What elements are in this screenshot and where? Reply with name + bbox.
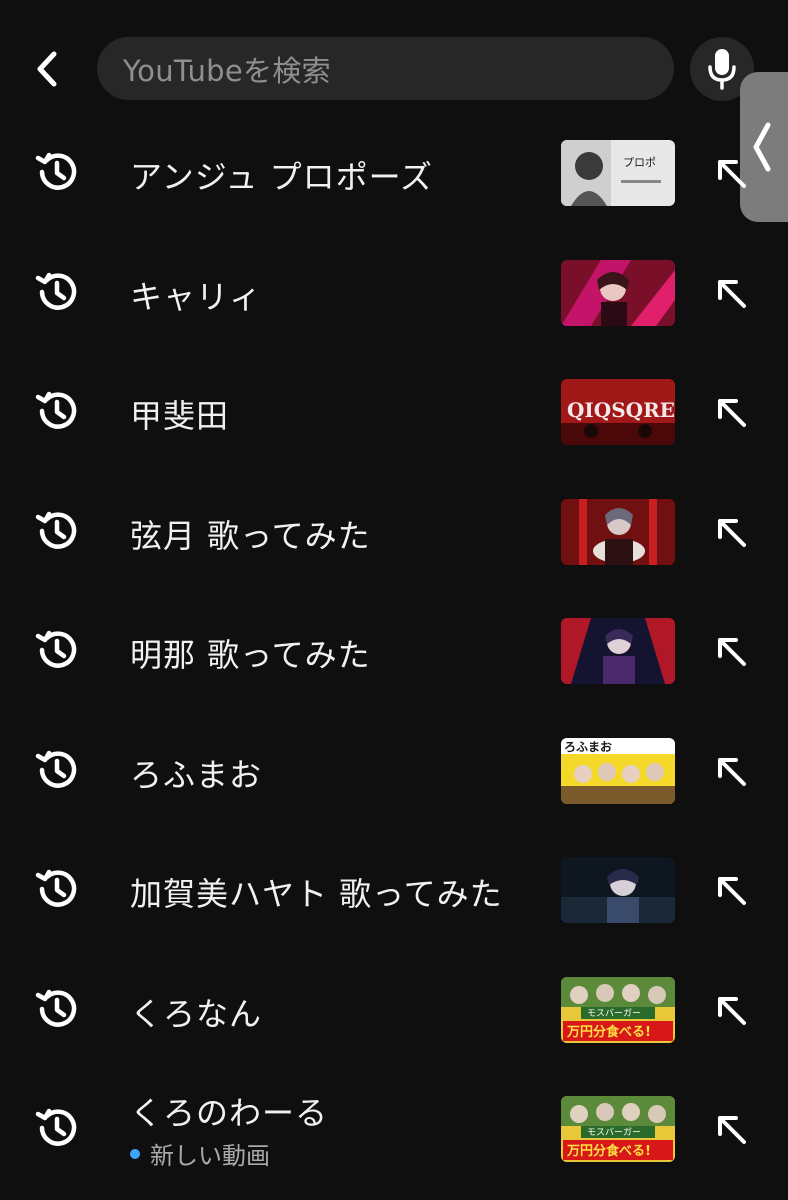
history-item[interactable]: 明那 歌ってみた (0, 600, 788, 700)
fill-query-button[interactable] (710, 391, 754, 435)
svg-text:プロポ: プロポ (623, 156, 656, 169)
video-thumbnail[interactable] (561, 259, 675, 326)
back-button[interactable] (22, 44, 72, 94)
arrow-up-left-icon (718, 638, 746, 666)
history-item[interactable]: くろのわーる新しい動画 モスバーガー万円分食べる! (0, 1078, 788, 1178)
svg-text:ろふまお: ろふまお (564, 740, 612, 754)
history-query: ろふまお (130, 755, 263, 794)
history-icon (32, 865, 80, 913)
arrow-up-left-icon (718, 399, 746, 427)
svg-text:モスバーガー: モスバーガー (587, 1008, 641, 1019)
history-query: アンジュ プロポーズ (130, 158, 434, 196)
video-thumbnail[interactable]: ろふまお (561, 737, 675, 804)
microphone-icon (708, 49, 736, 90)
history-query: 弦月 歌ってみた (130, 516, 371, 555)
arrow-up-left-icon (718, 1116, 746, 1144)
svg-text:万円分食べる!: 万円分食べる! (566, 1143, 651, 1159)
fill-query-button[interactable] (710, 750, 754, 794)
video-thumbnail[interactable]: モスバーガー万円分食べる! (561, 976, 675, 1043)
video-thumbnail[interactable] (561, 857, 675, 923)
fill-query-button[interactable] (710, 511, 754, 555)
history-icon (32, 1104, 80, 1152)
history-query: 加賀美ハヤト 歌ってみた (130, 875, 503, 913)
history-icon (32, 148, 80, 196)
arrow-up-left-icon (718, 518, 746, 547)
fill-query-button[interactable] (710, 989, 754, 1033)
new-video-label: 新しい動画 (130, 1136, 270, 1171)
video-thumbnail[interactable]: プロポ (561, 140, 675, 206)
new-indicator-dot (130, 1148, 140, 1159)
fill-query-button[interactable] (710, 1108, 754, 1152)
history-query: 甲斐田 (130, 397, 230, 435)
new-video-text: 新しい動画 (150, 1142, 270, 1170)
history-query: くろのわーる (130, 1094, 329, 1132)
history-icon (32, 626, 80, 674)
fill-query-button[interactable] (710, 869, 754, 913)
history-item[interactable]: 甲斐田 QIQSQRE (0, 361, 788, 461)
arrow-up-left-icon (718, 160, 746, 188)
video-thumbnail[interactable] (561, 618, 675, 684)
search-header: YouTubeを検索 (0, 0, 788, 222)
video-thumbnail[interactable]: QIQSQRE (561, 379, 675, 445)
search-input[interactable]: YouTubeを検索 (97, 37, 674, 100)
arrow-up-left-icon (718, 996, 746, 1025)
history-icon (32, 507, 80, 555)
arrow-up-left-icon (718, 279, 746, 308)
svg-text:QIQSQRE: QIQSQRE (567, 398, 675, 422)
chevron-left-icon (37, 51, 57, 87)
history-item[interactable]: ろふまお ろふまお (0, 720, 788, 820)
history-icon (32, 746, 80, 794)
history-item[interactable]: くろなん モスバーガー万円分食べる! (0, 959, 788, 1059)
arrow-up-left-icon (718, 757, 746, 786)
history-item[interactable]: 加賀美ハヤト 歌ってみた (0, 839, 788, 939)
svg-text:モスバーガー: モスバーガー (587, 1127, 641, 1138)
search-placeholder: YouTubeを検索 (123, 53, 331, 88)
history-icon (32, 268, 80, 316)
fill-query-button[interactable] (710, 152, 754, 196)
video-thumbnail[interactable] (561, 498, 675, 565)
history-query: くろなん (130, 994, 263, 1033)
history-item[interactable]: 弦月 歌ってみた (0, 481, 788, 581)
history-query: 明那 歌ってみた (130, 636, 371, 674)
history-item[interactable]: キャリィ (0, 242, 788, 342)
history-item[interactable]: アンジュ プロポーズ プロポ (0, 122, 788, 222)
fill-query-button[interactable] (710, 272, 754, 316)
search-history-screen: YouTubeを検索 アンジュ プロポーズ プロポキャリィ甲斐田 QIQSQRE 弦月… (0, 0, 788, 1200)
history-icon (32, 985, 80, 1033)
history-query: キャリィ (130, 277, 263, 316)
svg-text:万円分食べる!: 万円分食べる! (566, 1024, 651, 1040)
history-icon (32, 387, 80, 435)
video-thumbnail[interactable]: モスバーガー万円分食べる! (561, 1096, 675, 1162)
fill-query-button[interactable] (710, 630, 754, 674)
arrow-up-left-icon (718, 877, 746, 905)
